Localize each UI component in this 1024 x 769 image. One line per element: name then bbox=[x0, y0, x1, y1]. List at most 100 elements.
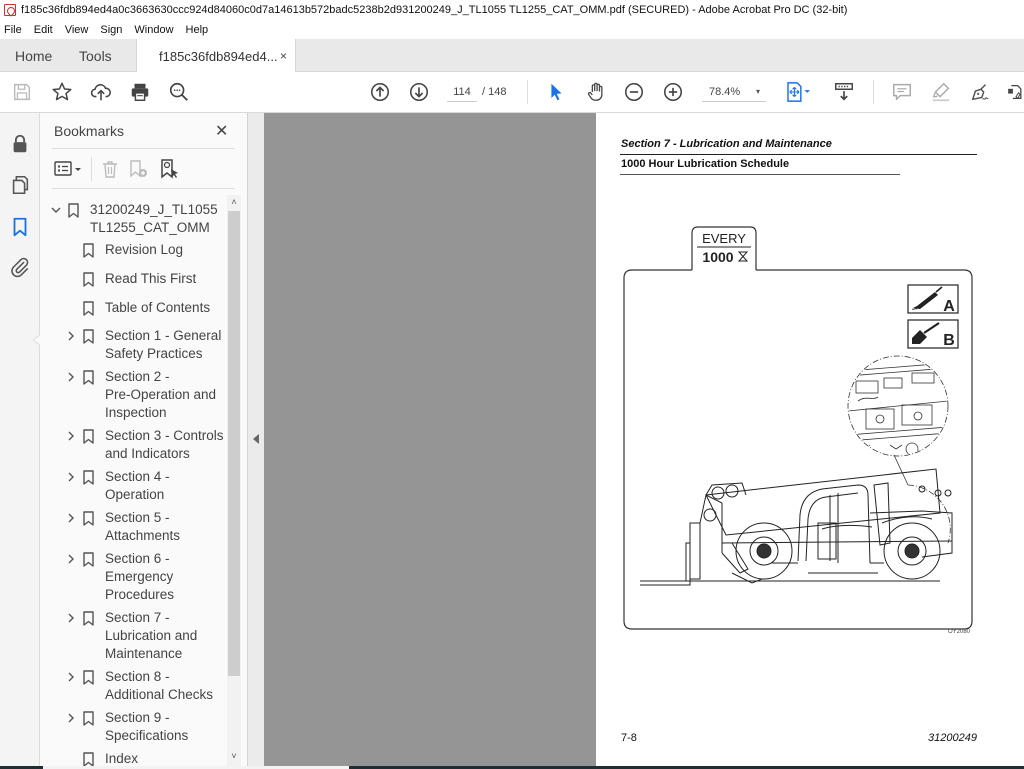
bookmark-label: 31200249_J_TL1055 TL1255_CAT_OMM bbox=[90, 202, 218, 235]
new-bookmark-icon[interactable] bbox=[128, 159, 150, 179]
prev-page-icon[interactable] bbox=[368, 80, 392, 104]
detail-callout-circle bbox=[847, 355, 949, 486]
zoom-in-icon[interactable] bbox=[661, 80, 685, 104]
chevron-right-icon[interactable] bbox=[65, 510, 77, 526]
menu-view[interactable]: View bbox=[65, 24, 89, 36]
page-footer-number: 7-8 bbox=[621, 732, 637, 744]
tab-tools[interactable]: Tools bbox=[79, 39, 112, 72]
bookmarks-icon[interactable] bbox=[9, 216, 31, 238]
menu-bar: File Edit View Sign Window Help bbox=[0, 20, 1024, 39]
bookmark-icon bbox=[83, 301, 94, 316]
lubrication-diagram: EVERY 1000 A B bbox=[623, 226, 973, 630]
delete-bookmark-icon[interactable] bbox=[100, 159, 120, 179]
bookmark-label: Section 9 - Specifications bbox=[105, 710, 189, 743]
toolbar-divider bbox=[873, 80, 874, 104]
chevron-right-icon[interactable] bbox=[65, 428, 77, 444]
scroll-mode-icon[interactable] bbox=[832, 80, 856, 104]
bookmark-icon bbox=[83, 429, 94, 444]
lock-icon[interactable] bbox=[9, 133, 31, 155]
interval-badge: EVERY 1000 bbox=[691, 226, 757, 270]
print-icon[interactable] bbox=[128, 80, 152, 104]
chevron-right-icon[interactable] bbox=[65, 469, 77, 485]
bookmark-label: Revision Log bbox=[105, 242, 184, 257]
attachment-icon[interactable] bbox=[9, 256, 31, 278]
bookmarks-tree: 31200249_J_TL1055 TL1255_CAT_OMM Revision… bbox=[40, 195, 228, 766]
comment-icon[interactable] bbox=[890, 80, 914, 104]
bookmark-label: Section 8 - Additional Checks bbox=[105, 669, 214, 702]
bookmark-star-icon[interactable] bbox=[50, 80, 74, 104]
find-bookmark-icon[interactable] bbox=[159, 158, 181, 180]
legend-a-label: A bbox=[943, 298, 955, 315]
bookmarks-scrollbar[interactable]: ˄ ˅ bbox=[227, 195, 241, 766]
header-rule bbox=[620, 154, 977, 155]
menu-help[interactable]: Help bbox=[186, 24, 209, 36]
tab-document[interactable]: f185c36fdb894ed4... × bbox=[136, 39, 296, 73]
bookmark-label: Index bbox=[105, 751, 139, 766]
options-menu-icon[interactable] bbox=[54, 159, 84, 179]
page-total: / 148 bbox=[482, 86, 507, 98]
zoom-level-dropdown[interactable]: 78.4% ▾ bbox=[702, 82, 766, 102]
bookmarks-panel-title: Bookmarks bbox=[54, 123, 125, 139]
chevron-down-icon: ▾ bbox=[755, 87, 760, 96]
divider bbox=[52, 188, 235, 189]
next-page-icon[interactable] bbox=[407, 80, 431, 104]
chevron-right-icon[interactable] bbox=[65, 551, 77, 567]
sign-icon[interactable] bbox=[968, 80, 992, 104]
menu-sign[interactable]: Sign bbox=[100, 24, 122, 36]
legend-grease-gun-a: A bbox=[907, 284, 959, 315]
document-viewport[interactable]: Section 7 - Lubrication and Maintenance … bbox=[264, 113, 1024, 766]
select-cursor-icon[interactable] bbox=[544, 80, 568, 104]
close-panel-button[interactable]: ✕ bbox=[215, 121, 228, 141]
scroll-up-button[interactable]: ˄ bbox=[227, 195, 241, 209]
left-navigation-rail bbox=[0, 113, 41, 766]
page-number-input[interactable]: 114 bbox=[447, 82, 477, 102]
page-footer-docnumber: 31200249 bbox=[928, 732, 977, 744]
bookmark-icon bbox=[83, 272, 94, 287]
bookmark-icon bbox=[83, 670, 94, 685]
save-icon[interactable] bbox=[10, 80, 34, 104]
telehandler-drawing bbox=[640, 468, 953, 586]
bookmark-label: Section 5 - Attachments bbox=[105, 510, 181, 543]
scroll-down-button[interactable]: ˅ bbox=[227, 749, 241, 763]
collapse-panel-arrow-icon[interactable] bbox=[253, 434, 259, 444]
upload-cloud-icon[interactable] bbox=[89, 80, 113, 104]
zoom-level-value: 78.4% bbox=[709, 86, 741, 98]
bookmark-label: Section 3 - Controls and Indicators bbox=[105, 428, 224, 461]
bookmark-label: Section 4 - Operation bbox=[105, 469, 170, 502]
more-tools-icon[interactable] bbox=[1005, 80, 1024, 104]
menu-window[interactable]: Window bbox=[134, 24, 173, 36]
chevron-down-icon[interactable] bbox=[50, 202, 62, 218]
menu-edit[interactable]: Edit bbox=[34, 24, 53, 36]
search-zoom-icon[interactable] bbox=[167, 80, 191, 104]
chevron-right-icon[interactable] bbox=[65, 328, 77, 344]
panel-splitter[interactable] bbox=[247, 113, 264, 766]
bookmark-icon bbox=[83, 329, 94, 344]
bookmark-icon bbox=[83, 752, 94, 766]
bookmarks-toolbar bbox=[52, 155, 235, 183]
highlight-icon[interactable] bbox=[929, 80, 953, 104]
page-fit-icon[interactable] bbox=[782, 80, 816, 104]
pages-icon[interactable] bbox=[9, 174, 31, 196]
page-section-header: Section 7 - Lubrication and Maintenance bbox=[621, 138, 832, 150]
menu-file[interactable]: File bbox=[4, 24, 22, 36]
bookmark-label: Table of Contents bbox=[105, 300, 211, 315]
bookmark-icon bbox=[83, 370, 94, 385]
tab-document-label: f185c36fdb894ed4... bbox=[159, 48, 278, 64]
window-title: f185c36fdb894ed4a0c3663630ccc924d84060c0… bbox=[21, 4, 848, 16]
divider bbox=[52, 148, 235, 149]
toolbar-divider bbox=[527, 80, 528, 104]
chevron-right-icon[interactable] bbox=[65, 710, 77, 726]
hand-icon[interactable] bbox=[584, 80, 608, 104]
chevron-right-icon[interactable] bbox=[65, 610, 77, 626]
legend-b-label: B bbox=[943, 332, 955, 349]
tab-bar: Home Tools f185c36fdb894ed4... × bbox=[0, 39, 1024, 73]
bookmark-label: Section 2 - Pre-Operation and Inspection bbox=[105, 369, 217, 420]
divider bbox=[91, 157, 92, 181]
bookmark-label: Read This First bbox=[105, 271, 197, 286]
chevron-right-icon[interactable] bbox=[65, 669, 77, 685]
zoom-out-icon[interactable] bbox=[622, 80, 646, 104]
tab-home[interactable]: Home bbox=[15, 39, 52, 72]
scrollbar-thumb[interactable] bbox=[228, 211, 240, 676]
close-tab-button[interactable]: × bbox=[280, 49, 287, 63]
chevron-right-icon[interactable] bbox=[65, 369, 77, 385]
